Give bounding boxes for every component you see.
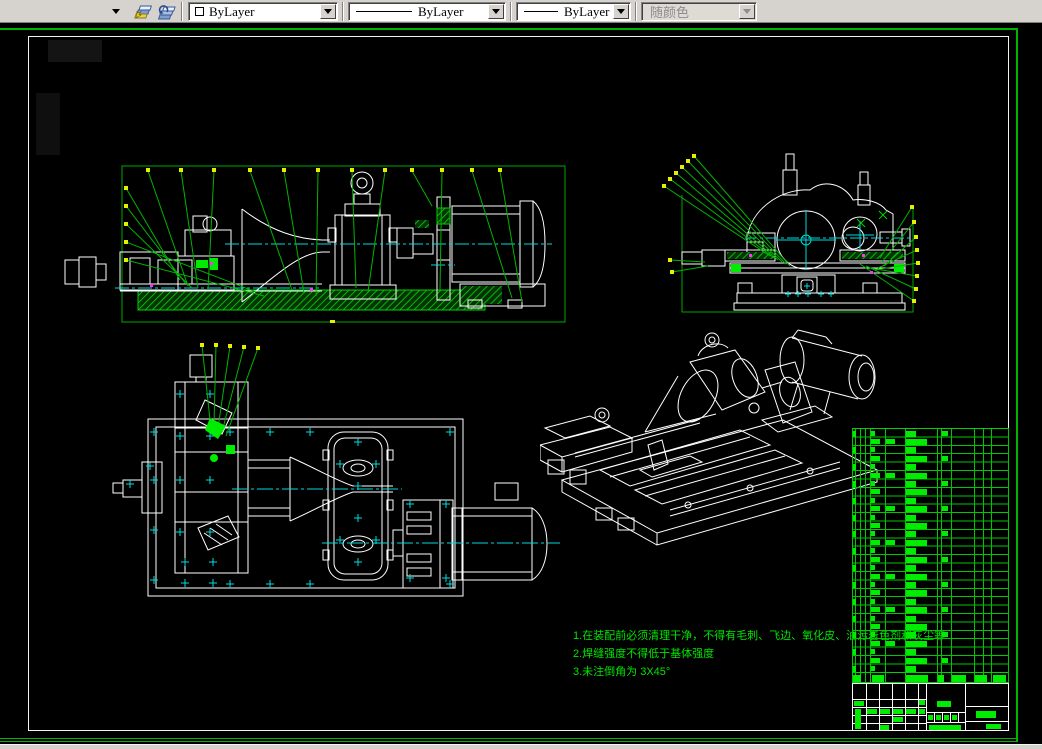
isometric-view-drawing	[540, 320, 885, 555]
properties-toolbar: ByLayer ByLayer ByLayer 随颜色	[0, 0, 1042, 23]
ghost-artifact	[48, 40, 102, 62]
sheet-border-right	[1016, 28, 1018, 742]
sheet-border-bottom2	[0, 741, 1018, 742]
sheet-border-bottom	[0, 738, 1018, 739]
make-object-layer-current-button[interactable]	[131, 1, 154, 22]
drawing-canvas[interactable]: 1.在装配前必须清理干净，不得有毛刺、飞边、氧化皮、油污着色剂和灰尘等 2.焊缝…	[0, 23, 1042, 744]
parts-table	[852, 428, 1009, 731]
toolbar-separator	[181, 2, 183, 21]
ghost-artifact	[36, 93, 60, 155]
color-swatch-icon	[195, 7, 204, 16]
chevron-down-icon	[492, 9, 500, 14]
chevron-down-icon	[743, 9, 751, 14]
layers-undo-icon	[158, 4, 176, 20]
lineweight-combo[interactable]: ByLayer	[516, 2, 631, 21]
plotstyle-combo: 随颜色	[641, 2, 757, 21]
side-view-drawing	[660, 150, 930, 325]
lineweight-combo-arrow[interactable]	[613, 4, 629, 19]
layer-combo-arrow[interactable]	[107, 3, 124, 20]
lineweight-combo-value: ByLayer	[564, 4, 609, 20]
parts-table-header	[852, 672, 1009, 683]
color-combo-value: ByLayer	[209, 4, 254, 20]
toolbar-separator	[635, 2, 637, 21]
toolbar-separator	[342, 2, 344, 21]
color-combo-arrow[interactable]	[320, 4, 336, 19]
linetype-glyph-icon	[356, 11, 412, 12]
title-block	[852, 683, 1009, 731]
linetype-combo-arrow[interactable]	[488, 4, 504, 19]
toolbar-separator	[510, 2, 512, 21]
chevron-down-icon	[324, 9, 332, 14]
color-combo[interactable]: ByLayer	[188, 2, 338, 21]
plan-view-drawing	[110, 340, 560, 615]
layer-previous-button[interactable]	[155, 1, 178, 22]
layers-arrow-icon	[134, 4, 152, 20]
parts-table-body	[852, 428, 1009, 672]
chevron-down-icon	[617, 9, 625, 14]
linetype-combo[interactable]: ByLayer	[348, 2, 506, 21]
linetype-combo-value: ByLayer	[418, 4, 463, 20]
chevron-down-icon	[112, 9, 120, 14]
status-strip	[0, 744, 1042, 749]
lineweight-glyph-icon	[524, 11, 558, 12]
plotstyle-combo-value: 随颜色	[650, 2, 689, 21]
front-view-drawing	[60, 140, 570, 340]
plotstyle-combo-arrow	[739, 4, 755, 19]
sheet-border-top	[0, 28, 1018, 30]
